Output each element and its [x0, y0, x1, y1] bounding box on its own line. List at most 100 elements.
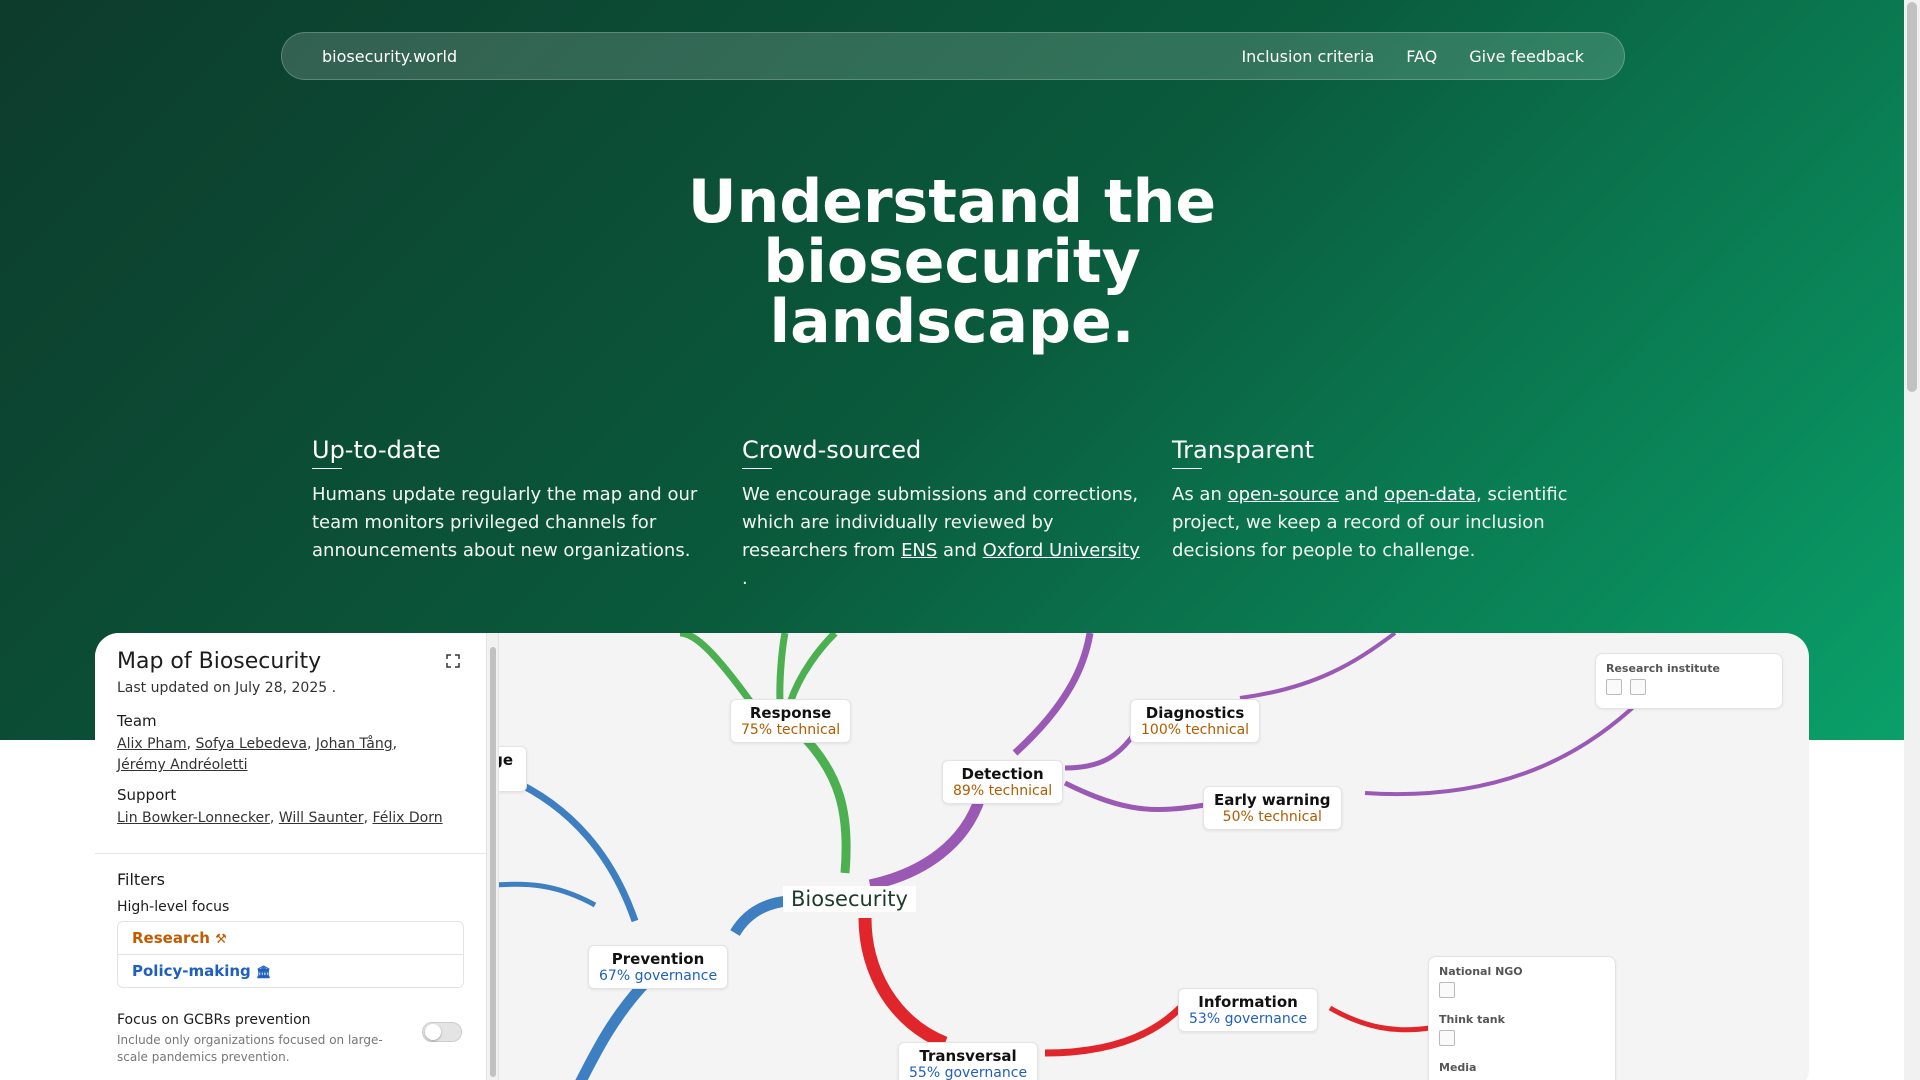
feature-text: We encourage submissions and corrections… — [742, 481, 1142, 593]
root-node-label[interactable]: Biosecurity — [783, 886, 916, 912]
org-logo-icon[interactable] — [1630, 679, 1646, 695]
edge-root-response — [796, 729, 851, 874]
tools-icon: ⚒ — [215, 932, 227, 947]
team-label: Team — [117, 712, 157, 730]
edge-root-transversal — [858, 917, 948, 1050]
support-list: Lin Bowker-Lonnecker, Will Saunter, Féli… — [117, 810, 443, 826]
gcbr-toggle[interactable] — [422, 1022, 462, 1042]
feature-title: Crowd-sourced — [742, 436, 922, 464]
cluster-organizations[interactable]: National NGO Think tank Media — [1428, 956, 1616, 1080]
edge-response-up-1 — [679, 633, 753, 704]
edge-root-detection — [868, 796, 986, 891]
support-label: Support — [117, 786, 177, 804]
node-subtitle: 67% governance — [599, 968, 718, 984]
team-list: Alix Pham, Sofya Lebedeva, Johan Tång, Jé… — [117, 736, 398, 773]
team-member-link[interactable]: Alix Pham — [117, 736, 187, 752]
panel-scrollbar-thumb[interactable] — [490, 647, 496, 1077]
edge-prevention-down — [575, 974, 654, 1080]
edge-prevention-left — [494, 881, 597, 908]
focus-item-research[interactable]: Research ⚒ — [118, 922, 463, 955]
node-response[interactable]: Response 75% technical — [730, 699, 852, 743]
panel-title: Map of Biosecurity — [117, 649, 322, 674]
page-scrollbar[interactable] — [1904, 0, 1920, 1080]
feature-text-part: As an — [1172, 484, 1228, 505]
nav-link-inclusion-criteria[interactable]: Inclusion criteria — [1241, 47, 1374, 66]
edge-detection-diagnostics — [1064, 731, 1137, 771]
cluster-title: Media — [1439, 1061, 1477, 1074]
feature-title: Transparent — [1172, 436, 1315, 464]
open-data-link[interactable]: open-data — [1384, 484, 1476, 505]
node-prevention[interactable]: Prevention 67% governance — [588, 945, 729, 989]
feature-text-part: and — [1338, 484, 1385, 505]
ens-link[interactable]: ENS — [901, 540, 937, 561]
feature-title: Up-to-date — [312, 436, 441, 464]
edge-prevention-up — [493, 769, 639, 923]
node-subtitle: 100% technical — [1141, 722, 1250, 738]
node-diagnostics[interactable]: Diagnostics 100% technical — [1130, 699, 1261, 743]
top-navigation: biosecurity.world Inclusion criteria FAQ… — [281, 32, 1625, 80]
headline-line: landscape. — [769, 287, 1135, 357]
node-subtitle: 55% governance — [909, 1065, 1028, 1080]
oxford-link[interactable]: Oxford University — [983, 540, 1140, 561]
node-title: Transversal — [919, 1047, 1017, 1065]
feature-crowd-sourced: Crowd-sourced We encourage submissions a… — [742, 436, 1172, 593]
edge-information-right — [1328, 1005, 1431, 1033]
focus-label: High-level focus — [117, 899, 230, 915]
org-logo-icon[interactable] — [1439, 982, 1455, 998]
focus-item-policy-making[interactable]: Policy-making 🏛 — [118, 955, 463, 987]
team-member-link[interactable]: Sofya Lebedeva — [196, 736, 307, 752]
expand-icon[interactable] — [445, 653, 461, 669]
org-logo-icon[interactable] — [1606, 679, 1622, 695]
support-member-link[interactable]: Will Saunter — [279, 810, 364, 826]
cluster-research-institute[interactable]: Research institute — [1595, 653, 1783, 709]
node-transversal[interactable]: Transversal 55% governance — [898, 1042, 1039, 1080]
toggle-description: Include only organizations focused on la… — [117, 1033, 383, 1064]
hero-background — [0, 0, 1904, 740]
focus-item-label: Research — [132, 929, 210, 947]
edge-earlywarning-institute — [1364, 699, 1642, 797]
org-logo-icon[interactable] — [1439, 1030, 1455, 1046]
node-subtitle: 75% technical — [741, 722, 841, 738]
panel-filters-section: Filters High-level focus Research ⚒ Poli… — [95, 854, 486, 1080]
last-updated: Last updated on July 28, 2025 . — [117, 680, 337, 696]
nav-link-give-feedback[interactable]: Give feedback — [1469, 47, 1584, 66]
node-title: Detection — [961, 765, 1044, 783]
team-member-link[interactable]: Jérémy Andréoletti — [117, 757, 248, 773]
node-detection[interactable]: Detection 89% technical — [942, 760, 1064, 804]
brand-link[interactable]: biosecurity.world — [322, 47, 457, 66]
node-title: Diagnostics — [1145, 704, 1245, 722]
scrollbar-thumb[interactable] — [1907, 2, 1917, 392]
edge-detection-up — [1012, 633, 1094, 756]
node-subtitle: 50% technical — [1222, 809, 1322, 825]
feature-transparent: Transparent As an open-source and open-d… — [1172, 436, 1602, 593]
focus-list: Research ⚒ Policy-making 🏛 — [117, 921, 464, 988]
node-early-warning[interactable]: Early warning 50% technical — [1203, 786, 1342, 830]
open-source-link[interactable]: open-source — [1228, 484, 1339, 505]
divider — [1172, 468, 1202, 469]
node-title: Information — [1198, 993, 1298, 1011]
node-title: Prevention — [611, 950, 705, 968]
feature-text-part: and — [937, 540, 983, 561]
support-member-link[interactable]: Lin Bowker-Lonnecker — [117, 810, 270, 826]
divider — [742, 468, 772, 469]
team-member-link[interactable]: Johan Tång — [316, 736, 393, 752]
filters-heading: Filters — [117, 870, 165, 889]
cluster-title: Think tank — [1439, 1013, 1505, 1026]
node-information[interactable]: Information 53% governance — [1178, 988, 1319, 1032]
node-subtitle: 89% technical — [953, 783, 1053, 799]
panel-scrollbar[interactable] — [487, 633, 499, 1080]
edge-diagnostics-up — [1239, 633, 1397, 700]
feature-text: As an open-source and open-data, scienti… — [1172, 481, 1572, 565]
nav-link-faq[interactable]: FAQ — [1406, 47, 1437, 66]
toggle-knob — [425, 1024, 441, 1040]
node-title: Early warning — [1214, 791, 1331, 809]
gcbr-toggle-row: Focus on GCBRs prevention Include only o… — [117, 1012, 464, 1066]
support-member-link[interactable]: Félix Dorn — [372, 810, 442, 826]
side-panel: Map of Biosecurity Last updated on July … — [95, 633, 487, 1080]
edge-transversal-information — [1044, 1005, 1183, 1057]
cluster-title: National NGO — [1439, 965, 1523, 978]
node-subtitle: 53% governance — [1189, 1011, 1308, 1027]
cluster-title: Research institute — [1606, 662, 1720, 675]
features-row: Up-to-date Humans update regularly the m… — [312, 436, 1602, 593]
divider — [312, 468, 342, 469]
